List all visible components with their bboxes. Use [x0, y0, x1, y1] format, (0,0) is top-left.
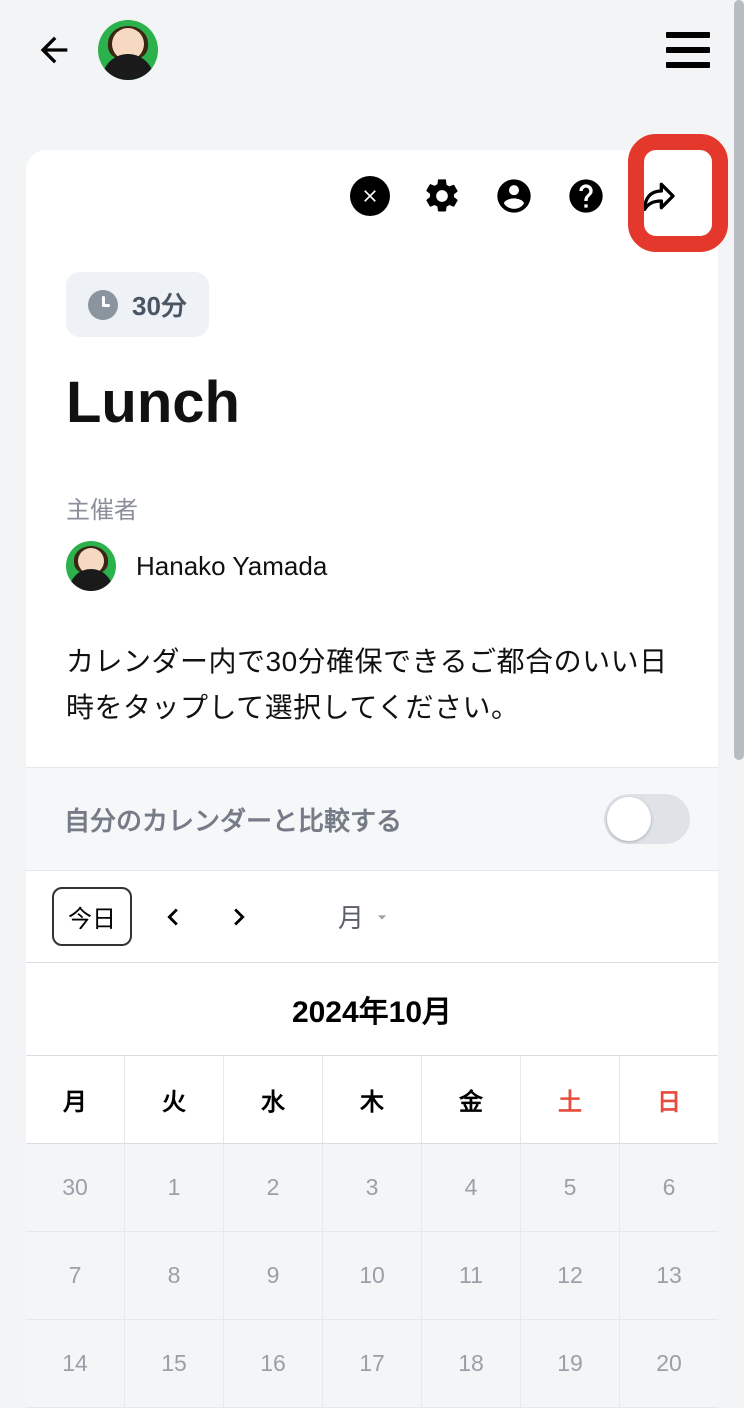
calendar-cell[interactable]: 1	[125, 1144, 224, 1232]
host-row: Hanako Yamada	[66, 541, 718, 591]
calendar-row: 30 1 2 3 4 5 6	[26, 1144, 718, 1232]
scrollbar[interactable]	[734, 0, 744, 1328]
menu-icon[interactable]	[666, 32, 710, 68]
calendar-grid: 30 1 2 3 4 5 6 7 8 9 10 11 12 13 14 15 1…	[26, 1144, 718, 1408]
calendar-cell[interactable]: 20	[620, 1320, 718, 1408]
calendar-cell[interactable]: 17	[323, 1320, 422, 1408]
settings-icon[interactable]	[422, 176, 462, 216]
view-selector[interactable]: 月	[338, 898, 392, 935]
top-bar-left	[34, 20, 158, 80]
calendar-cell[interactable]: 18	[422, 1320, 521, 1408]
today-button[interactable]: 今日	[52, 887, 132, 946]
weekday-header-row: 月 火 水 木 金 土 日	[26, 1056, 718, 1144]
event-title: Lunch	[66, 369, 718, 436]
toggle-thumb	[607, 797, 651, 841]
card-toolbar	[26, 150, 718, 224]
weekday-tue: 火	[125, 1056, 224, 1143]
weekday-sat: 土	[521, 1056, 620, 1143]
compare-toggle[interactable]	[604, 794, 690, 844]
scrollbar-thumb[interactable]	[734, 0, 744, 760]
prev-month-button[interactable]	[154, 898, 192, 936]
calendar-row: 14 15 16 17 18 19 20	[26, 1320, 718, 1408]
view-label: 月	[338, 898, 364, 935]
calendar-cell[interactable]: 16	[224, 1320, 323, 1408]
weekday-sun: 日	[620, 1056, 718, 1143]
calendar-cell[interactable]: 4	[422, 1144, 521, 1232]
compare-calendar-row: 自分のカレンダーと比較する	[26, 767, 718, 871]
weekday-thu: 木	[323, 1056, 422, 1143]
top-bar	[0, 0, 744, 100]
calendar-cell[interactable]: 2	[224, 1144, 323, 1232]
weekday-wed: 水	[224, 1056, 323, 1143]
calendar-cell[interactable]: 10	[323, 1232, 422, 1320]
calendar-controls: 今日 月	[26, 871, 718, 963]
next-month-button[interactable]	[220, 898, 258, 936]
help-icon[interactable]	[566, 176, 606, 216]
calendar-cell[interactable]: 13	[620, 1232, 718, 1320]
calendar-cell[interactable]: 30	[26, 1144, 125, 1232]
instruction-text: カレンダー内で30分確保できるご都合のいい日時をタップして選択してください。	[66, 639, 678, 731]
profile-avatar[interactable]	[98, 20, 158, 80]
share-icon[interactable]	[638, 176, 678, 216]
calendar-row: 7 8 9 10 11 12 13	[26, 1232, 718, 1320]
weekday-fri: 金	[422, 1056, 521, 1143]
compare-label: 自分のカレンダーと比較する	[64, 801, 402, 838]
calendar-cell[interactable]: 5	[521, 1144, 620, 1232]
calendar-cell[interactable]: 9	[224, 1232, 323, 1320]
clock-icon	[88, 290, 118, 320]
chevron-down-icon	[372, 907, 392, 927]
host-heading: 主催者	[66, 490, 718, 525]
calendar-cell[interactable]: 11	[422, 1232, 521, 1320]
duration-label: 30分	[132, 286, 187, 323]
month-title: 2024年10月	[26, 963, 718, 1056]
host-name: Hanako Yamada	[136, 551, 327, 582]
calendar-cell[interactable]: 19	[521, 1320, 620, 1408]
event-card: 30分 Lunch 主催者 Hanako Yamada カレンダー内で30分確保…	[26, 150, 718, 1408]
calendar-cell[interactable]: 6	[620, 1144, 718, 1232]
duration-pill: 30分	[66, 272, 209, 337]
account-icon[interactable]	[494, 176, 534, 216]
calendar-cell[interactable]: 7	[26, 1232, 125, 1320]
close-button[interactable]	[350, 176, 390, 216]
calendar-cell[interactable]: 3	[323, 1144, 422, 1232]
calendar-cell[interactable]: 8	[125, 1232, 224, 1320]
calendar-cell[interactable]: 14	[26, 1320, 125, 1408]
host-avatar	[66, 541, 116, 591]
weekday-mon: 月	[26, 1056, 125, 1143]
back-icon[interactable]	[34, 30, 74, 70]
calendar-cell[interactable]: 12	[521, 1232, 620, 1320]
calendar-cell[interactable]: 15	[125, 1320, 224, 1408]
